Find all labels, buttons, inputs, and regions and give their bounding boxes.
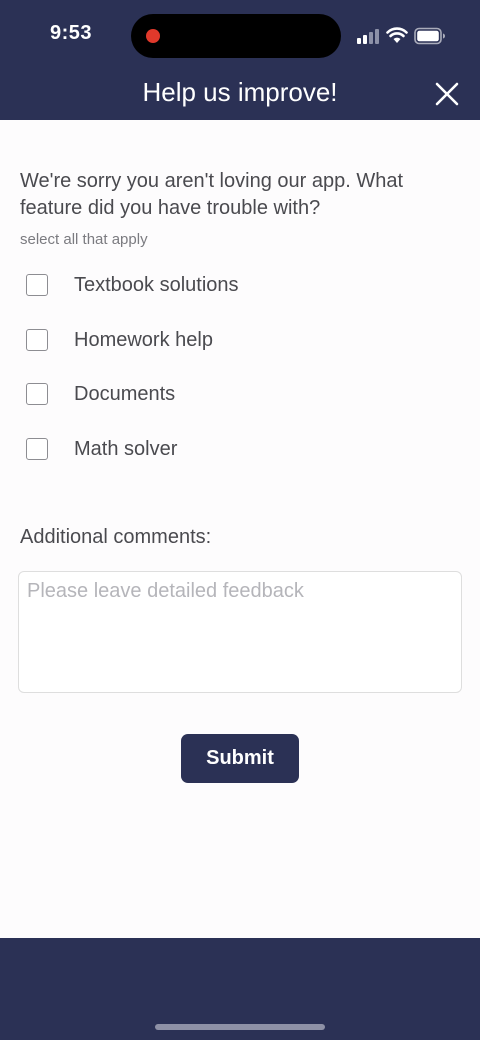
close-icon bbox=[435, 82, 459, 106]
checkbox[interactable] bbox=[26, 329, 48, 351]
checkbox[interactable] bbox=[26, 274, 48, 296]
cellular-signal-icon bbox=[357, 28, 381, 44]
option-label: Math solver bbox=[74, 438, 178, 460]
submit-button[interactable]: Submit bbox=[181, 734, 299, 783]
status-time: 9:53 bbox=[50, 22, 93, 44]
header: Help us improve! bbox=[0, 72, 480, 120]
dynamic-island bbox=[131, 14, 341, 58]
option-documents[interactable]: Documents bbox=[26, 380, 326, 410]
status-bar: 9:53 bbox=[0, 0, 480, 72]
comments-field[interactable] bbox=[18, 571, 462, 693]
option-label: Documents bbox=[74, 383, 176, 405]
feedback-form: We're sorry you aren't loving our app. W… bbox=[0, 120, 480, 938]
option-textbook-solutions[interactable]: Textbook solutions bbox=[26, 271, 326, 301]
option-label: Textbook solutions bbox=[74, 274, 239, 296]
recording-indicator-icon bbox=[146, 29, 160, 43]
option-homework-help[interactable]: Homework help bbox=[26, 326, 326, 356]
comments-label: Additional comments: bbox=[20, 526, 212, 548]
checkbox[interactable] bbox=[26, 438, 48, 460]
survey-question: We're sorry you aren't loving our app. W… bbox=[20, 170, 403, 219]
survey-hint: select all that apply bbox=[20, 231, 148, 248]
page-title: Help us improve! bbox=[142, 77, 338, 107]
close-button[interactable] bbox=[428, 76, 466, 114]
checkbox[interactable] bbox=[26, 383, 48, 405]
option-math-solver[interactable]: Math solver bbox=[26, 435, 326, 465]
home-indicator bbox=[155, 1024, 325, 1030]
wifi-icon bbox=[386, 27, 408, 43]
option-label: Homework help bbox=[74, 329, 213, 351]
battery-icon bbox=[414, 27, 445, 45]
